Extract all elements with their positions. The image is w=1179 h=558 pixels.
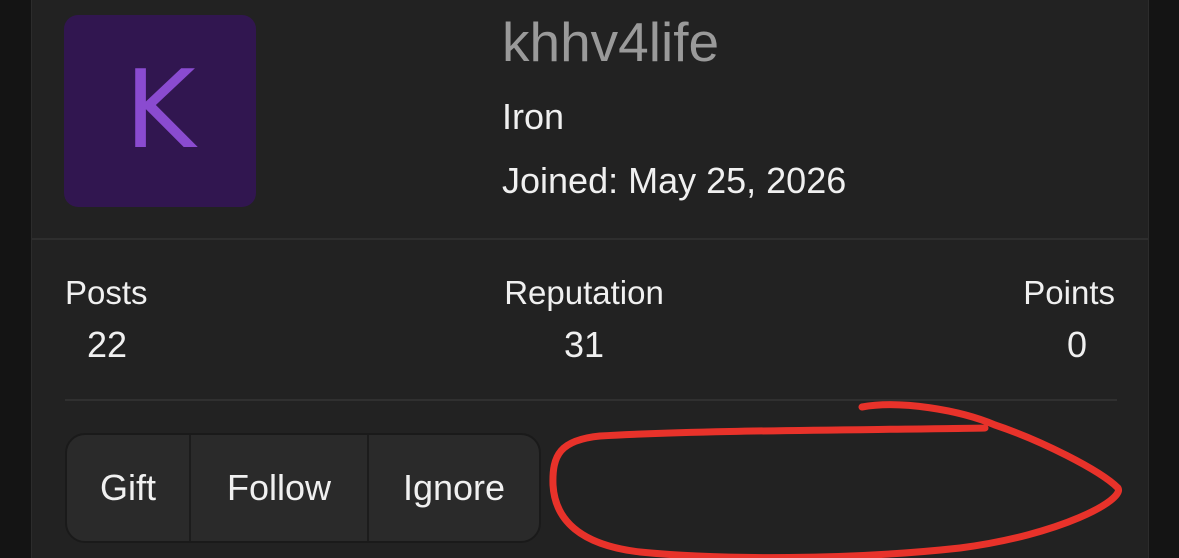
ignore-button[interactable]: Ignore [369,435,539,541]
username[interactable]: khhv4life [502,12,719,73]
stats-divider [65,399,1117,401]
stat-posts-value: 22 [87,324,128,365]
stat-reputation[interactable]: Reputation 31 [498,274,670,366]
stat-posts-label: Posts [65,274,148,311]
follow-button[interactable]: Follow [191,435,369,541]
stat-reputation-label: Reputation [504,274,664,311]
user-rank: Iron [502,96,565,137]
stat-points-label: Points [1023,274,1115,311]
header-divider [32,238,1148,240]
avatar[interactable]: K [64,15,256,207]
stat-points-value: 0 [1066,324,1087,365]
action-button-group: Gift Follow Ignore [65,433,541,543]
profile-card: K khhv4life Iron Joined: May 25, 2026 Po… [31,0,1149,558]
gift-button[interactable]: Gift [67,435,191,541]
avatar-letter: K [124,48,196,173]
stat-reputation-value: 31 [563,324,605,365]
stat-posts[interactable]: Posts 22 [65,274,148,366]
joined-date: Joined: May 25, 2026 [502,160,847,201]
stat-points[interactable]: Points 0 [1023,274,1115,366]
